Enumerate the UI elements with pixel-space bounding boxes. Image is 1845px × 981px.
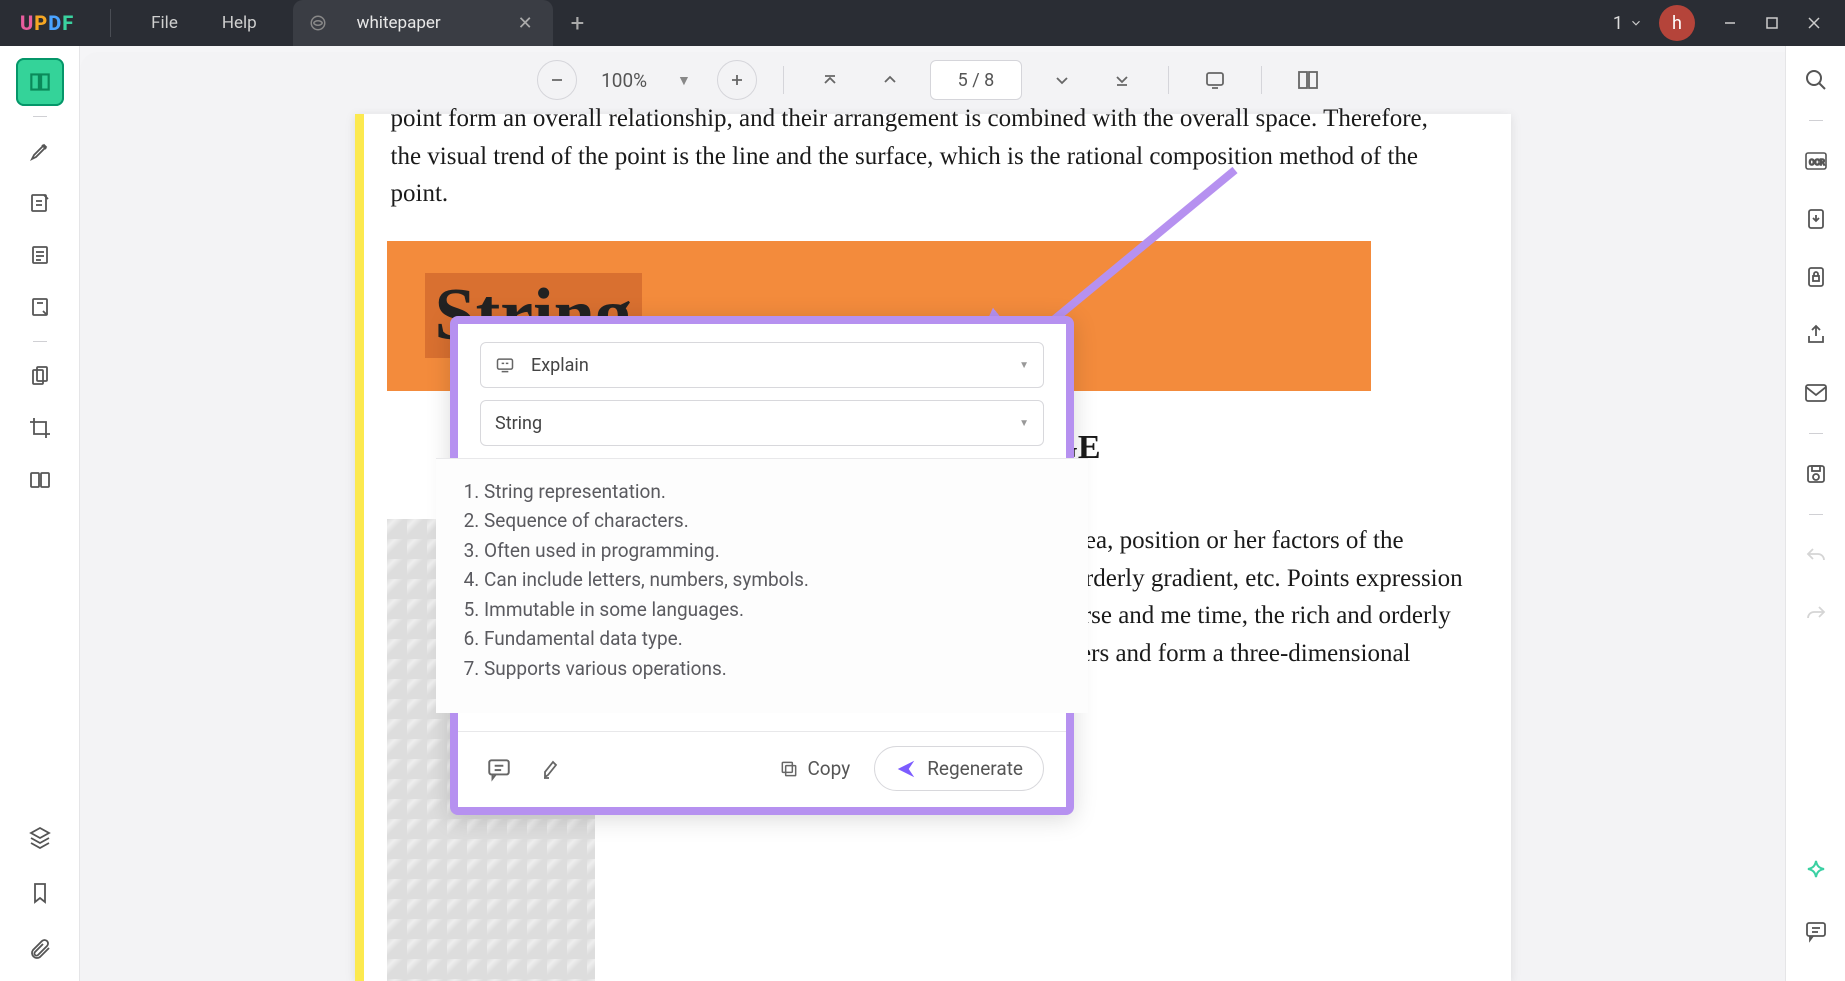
svg-text:OCR: OCR — [1809, 158, 1825, 167]
next-page-button[interactable] — [1042, 60, 1082, 100]
reader-mode-button[interactable] — [16, 58, 64, 106]
ai-results: String representation.Sequence of charac… — [436, 458, 1088, 713]
save-button[interactable] — [1798, 456, 1834, 492]
right-sidebar: OCR — [1785, 46, 1845, 981]
highlight-button[interactable] — [532, 750, 570, 788]
note-tool[interactable] — [16, 179, 64, 227]
chevron-down-icon: ▼ — [1019, 418, 1029, 429]
form-tool[interactable] — [16, 283, 64, 331]
compare-tool[interactable] — [16, 456, 64, 504]
send-icon — [895, 758, 917, 780]
ai-result-item: Can include letters, numbers, symbols. — [484, 565, 1062, 594]
ai-result-item: Sequence of characters. — [484, 506, 1062, 535]
regenerate-button[interactable]: Regenerate — [874, 746, 1044, 791]
copy-button[interactable]: Copy — [769, 751, 860, 786]
protect-button[interactable] — [1798, 259, 1834, 295]
view-toolbar: 100% ▼ 5 / 8 — [80, 52, 1785, 108]
attachment-button[interactable] — [16, 925, 64, 973]
app-logo: UPDF — [20, 11, 74, 35]
zoom-in-button[interactable] — [717, 60, 757, 100]
page-tool[interactable] — [16, 231, 64, 279]
bookmark-button[interactable] — [16, 869, 64, 917]
ai-result-item: Often used in programming. — [484, 536, 1062, 565]
window-minimize[interactable] — [1709, 5, 1751, 41]
window-maximize[interactable] — [1751, 5, 1793, 41]
menu-help[interactable]: Help — [200, 5, 279, 41]
undo-button[interactable] — [1798, 537, 1834, 573]
document-area: 100% ▼ 5 / 8 point form an overall relat… — [80, 52, 1785, 981]
ai-explain-panel: Explain ▼ String ▼ String representation… — [450, 316, 1074, 815]
prev-page-button[interactable] — [870, 60, 910, 100]
share-button[interactable] — [1798, 317, 1834, 353]
left-sidebar — [0, 46, 80, 981]
ai-mode-label: Explain — [531, 355, 589, 376]
first-page-button[interactable] — [810, 60, 850, 100]
organize-pages-tool[interactable] — [16, 352, 64, 400]
search-button[interactable] — [1798, 62, 1834, 98]
comments-panel-button[interactable] — [1798, 913, 1834, 949]
ai-topic-label: String — [495, 413, 542, 434]
new-tab-button[interactable]: + — [553, 5, 603, 41]
zoom-dropdown[interactable]: ▼ — [671, 72, 697, 89]
copy-icon — [779, 759, 799, 779]
crop-tool[interactable] — [16, 404, 64, 452]
layers-button[interactable] — [16, 813, 64, 861]
export-button[interactable] — [1798, 201, 1834, 237]
doc-paragraph-1: point form an overall relationship, and … — [355, 108, 1511, 213]
tab-close-button[interactable]: ✕ — [512, 11, 539, 36]
tab-title: whitepaper — [357, 13, 512, 33]
document-tab[interactable]: whitepaper ✕ — [293, 0, 553, 46]
credits-badge[interactable]: 1 — [1613, 13, 1643, 34]
chevron-down-icon: ▼ — [1019, 360, 1029, 371]
page-number-input[interactable]: 5 / 8 — [930, 60, 1022, 100]
ai-result-item: String representation. — [484, 477, 1062, 506]
ai-mode-select[interactable]: Explain ▼ — [480, 342, 1044, 388]
zoom-out-button[interactable] — [537, 60, 577, 100]
page-layout-button[interactable] — [1288, 60, 1328, 100]
ai-result-item: Immutable in some languages. — [484, 595, 1062, 624]
email-button[interactable] — [1798, 375, 1834, 411]
copy-label: Copy — [807, 757, 850, 780]
ai-result-item: Supports various operations. — [484, 654, 1062, 683]
presentation-button[interactable] — [1195, 60, 1235, 100]
window-close[interactable] — [1793, 5, 1835, 41]
zoom-value: 100% — [597, 69, 651, 92]
highlighter-tool[interactable] — [16, 127, 64, 175]
comment-button[interactable] — [480, 750, 518, 788]
tab-doc-icon — [309, 14, 327, 32]
ocr-button[interactable]: OCR — [1798, 143, 1834, 179]
ai-result-item: Fundamental data type. — [484, 624, 1062, 653]
ai-sparkle-button[interactable] — [1798, 855, 1834, 891]
last-page-button[interactable] — [1102, 60, 1142, 100]
regenerate-label: Regenerate — [927, 757, 1023, 780]
menu-file[interactable]: File — [129, 5, 200, 41]
user-avatar[interactable]: h — [1659, 5, 1695, 41]
titlebar: UPDF File Help whitepaper ✕ + 1 h — [0, 0, 1845, 46]
redo-button[interactable] — [1798, 595, 1834, 631]
explain-icon — [495, 355, 515, 375]
ai-topic-select[interactable]: String ▼ — [480, 400, 1044, 446]
